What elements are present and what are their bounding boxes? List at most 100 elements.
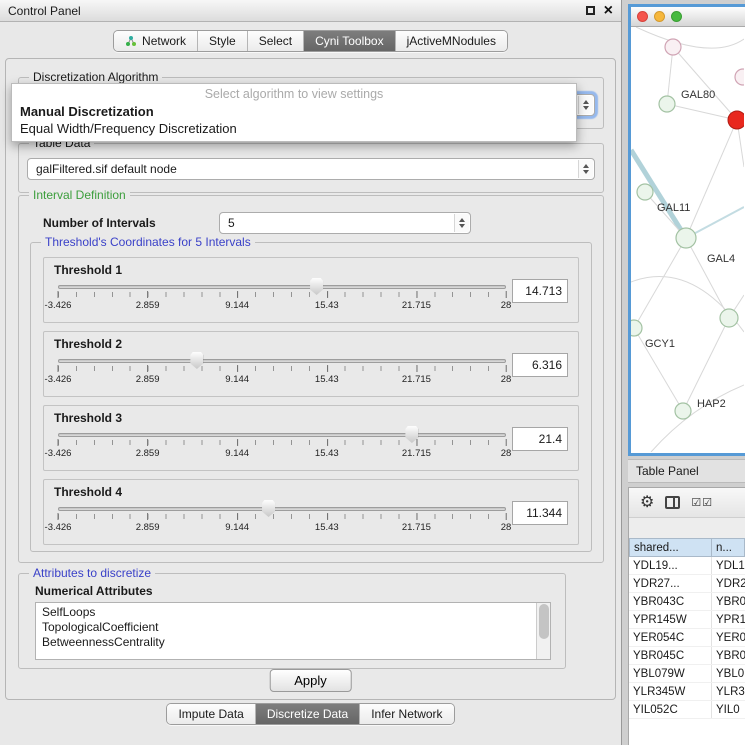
table-row[interactable]: YBR045C YBR0	[629, 647, 745, 665]
tab-infer-network[interactable]: Infer Network	[359, 704, 453, 724]
combo-stepper-icon[interactable]	[578, 160, 593, 178]
select-columns-checkboxes-icon[interactable]: ☑☑	[691, 496, 713, 509]
cell-name[interactable]: YIL0	[712, 701, 745, 718]
tick-label: 21.715	[402, 300, 431, 311]
tab-label: Select	[259, 34, 292, 48]
tab-network[interactable]: Network	[114, 31, 197, 51]
table-row[interactable]: YER054C YER0	[629, 629, 745, 647]
node-label-hap2: HAP2	[697, 398, 726, 410]
cell-name[interactable]: YLR3	[712, 683, 745, 700]
cell-name[interactable]: YDR2	[712, 575, 745, 592]
network-node[interactable]	[676, 228, 696, 248]
list-item[interactable]: SelfLoops	[36, 605, 550, 620]
slider-track[interactable]	[58, 433, 506, 437]
list-item[interactable]: TopologicalCoefficient	[36, 620, 550, 635]
list-item[interactable]: BetweennessCentrality	[36, 635, 550, 650]
node-label-gal80: GAL80	[681, 89, 715, 101]
cell-shared-name[interactable]: YPR145W	[629, 611, 712, 628]
cell-name[interactable]: YBR0	[712, 647, 745, 664]
scrollbar[interactable]	[536, 603, 550, 659]
threshold-slider[interactable]: -3.426 2.859 9.144 15.43 21.715 28	[58, 278, 506, 316]
column-header-shared-name[interactable]: shared...	[629, 538, 712, 557]
table-row[interactable]: YLR345W YLR3	[629, 683, 745, 701]
network-node[interactable]	[659, 96, 675, 112]
tab-select[interactable]: Select	[247, 31, 303, 51]
tab-style[interactable]: Style	[197, 31, 247, 51]
cell-name[interactable]: YER0	[712, 629, 745, 646]
tick-label: -3.426	[45, 374, 72, 385]
network-node[interactable]	[637, 184, 653, 200]
slider-track[interactable]	[58, 507, 506, 511]
float-window-icon[interactable]	[586, 6, 595, 15]
minimize-traffic-light-icon[interactable]	[654, 11, 665, 22]
cell-shared-name[interactable]: YIL052C	[629, 701, 712, 718]
tick-label: 28	[501, 522, 512, 533]
cell-shared-name[interactable]: YBR045C	[629, 647, 712, 664]
cell-shared-name[interactable]: YDL19...	[629, 557, 712, 574]
close-traffic-light-icon[interactable]	[637, 11, 648, 22]
tab-impute-data[interactable]: Impute Data	[167, 704, 254, 724]
slider-track[interactable]	[58, 359, 506, 363]
table-data-combobox[interactable]: galFiltered.sif default node	[27, 158, 595, 180]
table-row[interactable]: YPR145W YPR1	[629, 611, 745, 629]
tick-label: 15.43	[315, 374, 339, 385]
cell-name[interactable]: YDL1	[712, 557, 745, 574]
tab-discretize-data[interactable]: Discretize Data	[255, 704, 359, 724]
table-row[interactable]: YBL079W YBL0	[629, 665, 745, 683]
threshold-value-field[interactable]: 14.713	[512, 279, 568, 303]
network-node[interactable]	[631, 320, 642, 336]
cell-shared-name[interactable]: YDR27...	[629, 575, 712, 592]
number-of-intervals-combobox[interactable]: 5	[219, 212, 471, 234]
table-row[interactable]: YDR27... YDR2	[629, 575, 745, 593]
scrollbar-thumb[interactable]	[539, 604, 549, 639]
network-node[interactable]	[675, 403, 691, 419]
table-panel-window: ⚙ ☑☑ shared... n... YDL19... YDL1 YDR27.…	[628, 487, 745, 745]
column-header-name[interactable]: n...	[712, 538, 745, 557]
dropdown-option-manual[interactable]: Manual Discretization	[12, 103, 576, 120]
close-icon[interactable]: ×	[604, 3, 613, 19]
network-node[interactable]	[665, 39, 681, 55]
threshold-value-field[interactable]: 6.316	[512, 353, 568, 377]
tick-label: 15.43	[315, 448, 339, 459]
tab-cyni-toolbox[interactable]: Cyni Toolbox	[303, 31, 394, 51]
cell-shared-name[interactable]: YLR345W	[629, 683, 712, 700]
combo-stepper-icon[interactable]	[578, 96, 593, 114]
threshold-panel: Threshold 2 -3.426 2.859 9.144 15.43	[43, 331, 579, 397]
gear-icon[interactable]: ⚙	[640, 495, 654, 511]
table-row[interactable]: YBR043C YBR0	[629, 593, 745, 611]
slider-track[interactable]	[58, 285, 506, 289]
node-label-gcy1: GCY1	[645, 338, 675, 350]
network-canvas[interactable]: GAL80 GAL11 GAL4 GCY1 HAP2	[631, 27, 745, 453]
cell-shared-name[interactable]: YER054C	[629, 629, 712, 646]
cell-name[interactable]: YPR1	[712, 611, 745, 628]
control-panel-titlebar: Control Panel ×	[0, 0, 621, 22]
combo-stepper-icon[interactable]	[454, 214, 469, 232]
threshold-label: Threshold 2	[54, 337, 568, 351]
cell-name[interactable]: YBL0	[712, 665, 745, 682]
columns-icon[interactable]	[665, 496, 680, 509]
table-row[interactable]: YIL052C YIL0	[629, 701, 745, 719]
selected-network-node[interactable]	[728, 111, 744, 129]
cell-shared-name[interactable]: YBR043C	[629, 593, 712, 610]
cell-name[interactable]: YBR0	[712, 593, 745, 610]
apply-button[interactable]: Apply	[269, 669, 352, 692]
threshold-slider[interactable]: -3.426 2.859 9.144 15.43 21.715 28	[58, 500, 506, 538]
slider-ticks	[58, 440, 506, 445]
zoom-traffic-light-icon[interactable]	[671, 11, 682, 22]
tick-label: 21.715	[402, 522, 431, 533]
network-view-window: GAL80 GAL11 GAL4 GCY1 HAP2	[628, 4, 745, 456]
tab-jactivemnodules[interactable]: jActiveMNodules	[395, 31, 507, 51]
tick-label: 15.43	[315, 522, 339, 533]
tick-label: 9.144	[225, 300, 249, 311]
table-data-group: Table Data galFiltered.sif default node	[18, 143, 604, 193]
threshold-slider[interactable]: -3.426 2.859 9.144 15.43 21.715 28	[58, 426, 506, 464]
network-node[interactable]	[735, 69, 744, 85]
threshold-value-field[interactable]: 11.344	[512, 501, 568, 525]
dropdown-option-equal-width[interactable]: Equal Width/Frequency Discretization	[12, 120, 576, 137]
cell-shared-name[interactable]: YBL079W	[629, 665, 712, 682]
threshold-value-field[interactable]: 21.4	[512, 427, 568, 451]
table-row[interactable]: YDL19... YDL1	[629, 557, 745, 575]
threshold-slider[interactable]: -3.426 2.859 9.144 15.43 21.715 28	[58, 352, 506, 390]
network-node[interactable]	[720, 309, 738, 327]
table-panel-title: Table Panel	[636, 464, 699, 478]
